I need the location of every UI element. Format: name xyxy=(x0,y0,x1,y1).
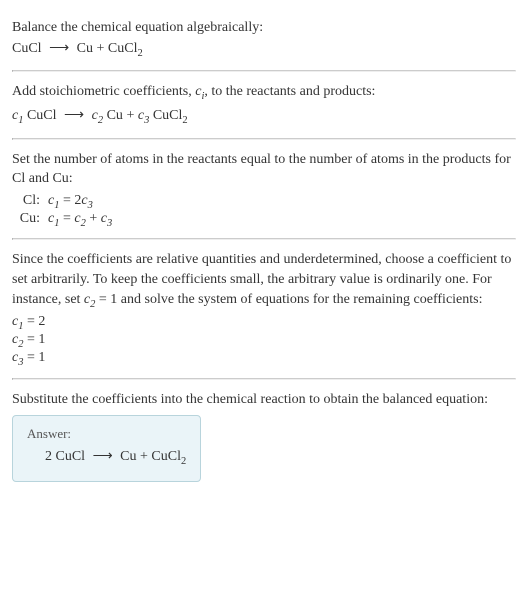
set-val: = 1 xyxy=(95,292,117,307)
val: = 1 xyxy=(23,332,45,347)
result-c1: c1 = 2 xyxy=(12,314,516,332)
reaction-arrow: ⟶ xyxy=(64,107,84,124)
reaction-arrow: ⟶ xyxy=(49,40,69,57)
answer-box: Answer: 2 CuCl ⟶ Cu + CuCl2 xyxy=(12,415,201,482)
text-a: Add stoichiometric coefficients, xyxy=(12,84,195,99)
section-solve: Since the coefficients are relative quan… xyxy=(12,240,516,377)
plus: + xyxy=(86,211,101,226)
product-cu: Cu xyxy=(120,449,136,464)
balanced-equation: 2 CuCl ⟶ Cu + CuCl2 xyxy=(27,448,186,467)
plus: + xyxy=(97,41,108,56)
text-b: and solve the system of equations for th… xyxy=(117,292,482,307)
t3: CuCl xyxy=(149,108,182,123)
section-answer: Substitute the coefficients into the che… xyxy=(12,380,516,492)
result-c3: c3 = 1 xyxy=(12,350,516,368)
equation-stoich: c1 CuCl ⟶ c2 Cu + c3 CuCl2 xyxy=(12,107,516,126)
reaction-arrow: ⟶ xyxy=(93,448,113,465)
product-cu: Cu xyxy=(77,41,93,56)
result-c2: c2 = 1 xyxy=(12,332,516,350)
section-problem: Balance the chemical equation algebraica… xyxy=(12,8,516,70)
formula-base: CuCl xyxy=(151,449,181,464)
reactant: CuCl xyxy=(12,41,42,56)
answer-label: Answer: xyxy=(27,426,186,442)
atom-row-cu: Cu: c1 = c2 + c3 xyxy=(12,211,516,229)
instruction-atom-balance: Set the number of atoms in the reactants… xyxy=(12,150,516,189)
t2: Cu xyxy=(103,108,123,123)
instruction-add-coef: Add stoichiometric coefficients, ci, to … xyxy=(12,82,516,104)
plus: + xyxy=(140,449,151,464)
atom-balance-table: Cl: c1 = 2c3 Cu: c1 = c2 + c3 xyxy=(12,193,516,229)
product-cucl2: CuCl2 xyxy=(151,449,186,464)
equation-unbalanced: CuCl ⟶ Cu + CuCl2 xyxy=(12,40,516,59)
reactant: 2 CuCl xyxy=(45,449,85,464)
t1: CuCl xyxy=(23,108,56,123)
text-b: , to the reactants and products: xyxy=(204,84,375,99)
atom-label-cu: Cu: xyxy=(12,211,40,227)
atom-row-cl: Cl: c1 = 2c3 xyxy=(12,193,516,211)
atom-eq-cl: c1 = 2c3 xyxy=(48,193,93,211)
atom-eq-cu: c1 = c2 + c3 xyxy=(48,211,112,229)
instruction-balance: Balance the chemical equation algebraica… xyxy=(12,18,516,38)
sub: 3 xyxy=(107,217,112,228)
plus: + xyxy=(126,108,137,123)
section-stoichiometric: Add stoichiometric coefficients, ci, to … xyxy=(12,72,516,137)
val: = 2 xyxy=(23,314,45,329)
instruction-substitute: Substitute the coefficients into the che… xyxy=(12,390,516,410)
subscript-2: 2 xyxy=(137,47,142,58)
instruction-solve: Since the coefficients are relative quan… xyxy=(12,250,516,312)
val: = 1 xyxy=(23,350,45,365)
section-atom-balance: Set the number of atoms in the reactants… xyxy=(12,140,516,239)
eq: = 2 xyxy=(59,193,81,208)
subscript-2: 2 xyxy=(182,115,187,126)
subscript-2: 2 xyxy=(181,456,186,467)
product-cucl2: CuCl2 xyxy=(108,41,143,56)
eq: = xyxy=(59,211,74,226)
formula-base: CuCl xyxy=(108,41,138,56)
atom-label-cl: Cl: xyxy=(12,193,40,209)
sub: 3 xyxy=(88,200,93,211)
